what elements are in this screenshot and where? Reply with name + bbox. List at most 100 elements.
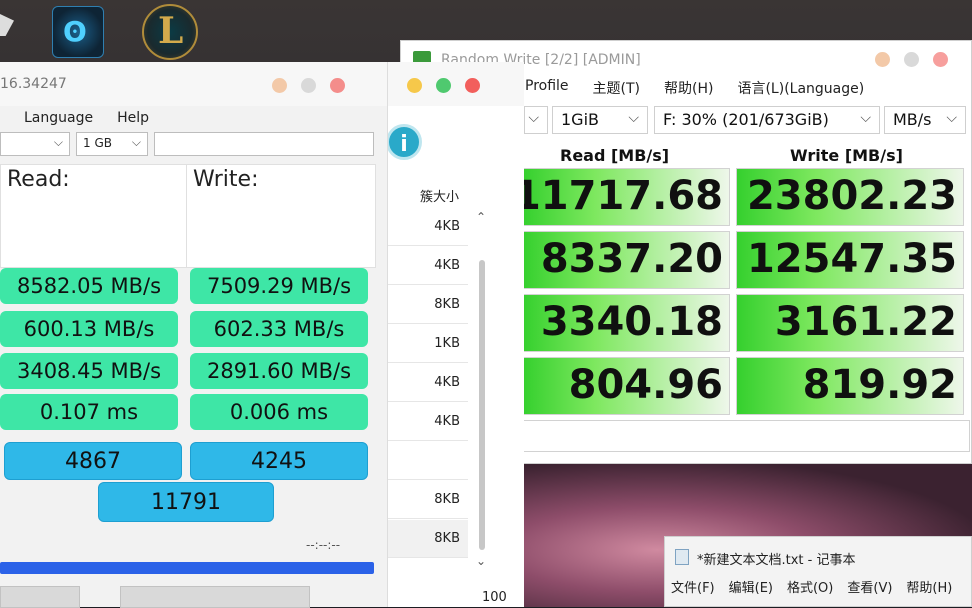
- abort-button[interactable]: [120, 586, 310, 608]
- scrollbar-thumb[interactable]: [479, 260, 485, 550]
- cdm-write-seq1m-q8: 23802.23: [736, 168, 964, 226]
- chevron-down-icon: ⌵: [946, 110, 957, 126]
- as-title: 16.34247: [0, 76, 67, 92]
- write-seq: 7509.29 MB/s: [190, 268, 368, 304]
- chevron-down-icon: ⌵: [53, 135, 63, 149]
- maximize-button[interactable]: [436, 78, 451, 93]
- cdm-value: 11717.68: [512, 173, 723, 219]
- read-panel: Read:: [0, 164, 190, 268]
- menu-theme[interactable]: 主题(T): [593, 78, 640, 101]
- cdm-size-value: 1GiB: [561, 110, 599, 129]
- cdm-value: 3340.18: [540, 299, 723, 345]
- chevron-down-icon[interactable]: ⌄: [476, 554, 486, 568]
- cluster-size-header: 簇大小: [420, 190, 460, 205]
- list-item[interactable]: 4KB: [376, 208, 468, 246]
- minimize-button[interactable]: [272, 78, 287, 93]
- list-item[interactable]: 4KB: [376, 247, 468, 285]
- close-button[interactable]: [933, 52, 948, 67]
- as-size-select[interactable]: 1 GB ⌵: [76, 132, 148, 156]
- mid-window-controls: [407, 78, 480, 93]
- list-scrollbar[interactable]: ⌃ ⌄: [476, 210, 488, 570]
- list-item[interactable]: 4KB: [376, 364, 468, 402]
- start-button[interactable]: [0, 586, 80, 608]
- read-4k-64thrd: 3408.45 MB/s: [0, 353, 178, 389]
- menu-format[interactable]: 格式(O): [787, 577, 833, 596]
- scroll-value: 100: [482, 590, 507, 605]
- close-button[interactable]: [330, 78, 345, 93]
- menu-view[interactable]: 查看(V): [847, 577, 892, 596]
- list-item[interactable]: 8KB: [376, 520, 468, 558]
- read-access-time: 0.107 ms: [0, 394, 178, 430]
- minimize-button[interactable]: [407, 78, 422, 93]
- cdm-value: 804.96: [568, 362, 723, 408]
- info-logo-icon: i: [386, 124, 422, 160]
- cdm-unit-select[interactable]: MB/s ⌵: [884, 106, 966, 134]
- menu-help[interactable]: 帮助(H): [906, 577, 952, 596]
- write-label: Write:: [193, 167, 259, 192]
- cdm-comment-field[interactable]: [522, 420, 970, 452]
- cdm-unit-value: MB/s: [893, 110, 932, 129]
- notepad-menubar: 文件(F) 编辑(E) 格式(O) 查看(V) 帮助(H): [671, 577, 952, 596]
- cdm-read-header: Read [MB/s]: [560, 146, 670, 165]
- cdm-drive-select[interactable]: F: 30% (201/673GiB) ⌵: [654, 106, 880, 134]
- list-item[interactable]: 8KB: [376, 286, 468, 324]
- read-label: Read:: [7, 167, 70, 192]
- minimize-button[interactable]: [875, 52, 890, 67]
- as-window-controls: [272, 78, 345, 93]
- cdm-value: 23802.23: [746, 173, 957, 219]
- cdm-read-seq1m-q1: 8337.20: [522, 231, 730, 289]
- read-score: 4867: [4, 442, 182, 480]
- cdm-read-rnd4k-q32: 3340.18: [522, 294, 730, 352]
- total-score: 11791: [98, 482, 274, 522]
- vortex-app-icon[interactable]: ʘ: [52, 6, 104, 58]
- notepad-window: *新建文本文档.txt - 记事本 文件(F) 编辑(E) 格式(O) 查看(V…: [664, 536, 972, 607]
- mid-titlebar: [385, 62, 524, 106]
- cdm-menubar: Profile 主题(T) 帮助(H) 语言(L)(Language): [525, 75, 864, 101]
- write-panel: Write:: [186, 164, 376, 268]
- write-score: 4245: [190, 442, 368, 480]
- maximize-button[interactable]: [904, 52, 919, 67]
- list-item[interactable]: [376, 442, 468, 480]
- as-ssd-window: 16.34247 Language Help ⌵ 1 GB ⌵ Read: Wri…: [0, 62, 388, 608]
- menu-language[interactable]: 语言(L)(Language): [737, 78, 864, 101]
- cdm-value: 3161.22: [774, 299, 957, 345]
- write-access-time: 0.006 ms: [190, 394, 368, 430]
- as-size-value: 1 GB: [83, 136, 112, 150]
- cdm-write-header: Write [MB/s]: [790, 146, 903, 165]
- chevron-up-icon[interactable]: ⌃: [476, 210, 486, 224]
- cdm-count-select[interactable]: ⌵: [524, 106, 548, 134]
- cdm-value: 8337.20: [540, 236, 723, 282]
- list-item[interactable]: 1KB: [376, 325, 468, 363]
- cdm-write-rnd4k-q1: 819.92: [736, 357, 964, 415]
- notepad-title: *新建文本文档.txt - 记事本: [697, 553, 856, 568]
- progress-bar: [0, 562, 374, 574]
- notepad-icon: [675, 549, 689, 565]
- menu-edit[interactable]: 编辑(E): [729, 577, 773, 596]
- as-menubar: Language Help: [24, 110, 149, 126]
- menu-file[interactable]: 文件(F): [671, 577, 715, 596]
- cdm-size-select[interactable]: 1GiB ⌵: [552, 106, 648, 134]
- cdm-write-rnd4k-q32: 3161.22: [736, 294, 964, 352]
- chevron-down-icon: ⌵: [528, 110, 539, 126]
- write-4k: 602.33 MB/s: [190, 311, 368, 347]
- league-of-legends-icon[interactable]: L: [142, 4, 198, 60]
- menu-help[interactable]: Help: [117, 110, 149, 126]
- chevron-down-icon: ⌵: [628, 110, 639, 126]
- elapsed-time: --:--:--: [306, 538, 341, 552]
- menu-help[interactable]: 帮助(H): [664, 78, 713, 101]
- list-item[interactable]: 4KB: [376, 403, 468, 441]
- maximize-button[interactable]: [301, 78, 316, 93]
- close-button[interactable]: [465, 78, 480, 93]
- cdm-read-seq1m-q8: 11717.68: [513, 168, 730, 226]
- menu-language[interactable]: Language: [24, 110, 93, 126]
- as-drive-info-field[interactable]: [154, 132, 374, 156]
- list-item[interactable]: 8KB: [376, 481, 468, 519]
- chevron-down-icon: ⌵: [860, 110, 871, 126]
- as-drive-select[interactable]: ⌵: [0, 132, 70, 156]
- read-seq: 8582.05 MB/s: [0, 268, 178, 304]
- cdm-write-seq1m-q1: 12547.35: [736, 231, 964, 289]
- menu-profile[interactable]: Profile: [525, 78, 569, 101]
- read-4k: 600.13 MB/s: [0, 311, 178, 347]
- cdm-drive-value: F: 30% (201/673GiB): [663, 110, 829, 129]
- cdm-window-controls: [875, 52, 948, 67]
